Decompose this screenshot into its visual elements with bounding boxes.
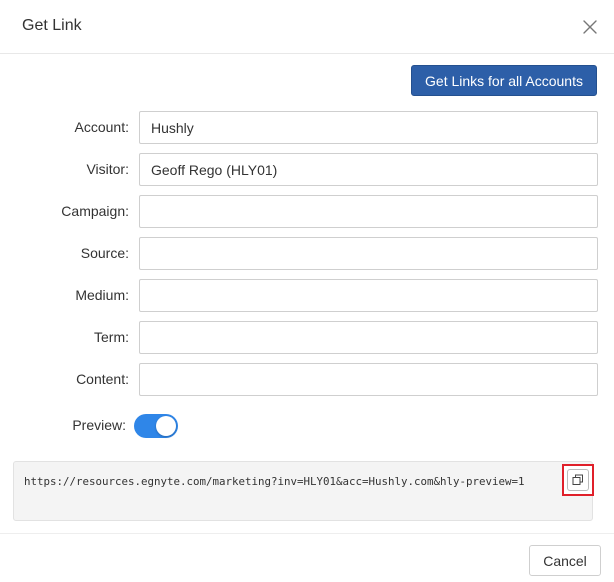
campaign-row: Campaign:: [0, 195, 614, 228]
term-row: Term:: [0, 321, 614, 354]
content-input[interactable]: [139, 363, 598, 396]
get-link-dialog: Get Link Get Links for all Accounts Acco…: [0, 0, 614, 582]
campaign-input[interactable]: [139, 195, 598, 228]
content-label: Content:: [76, 371, 129, 387]
dialog-footer: [0, 533, 614, 582]
preview-toggle[interactable]: [134, 414, 178, 438]
content-row: Content:: [0, 363, 614, 396]
visitor-row: Visitor:: [0, 153, 614, 186]
copy-link-button[interactable]: [562, 464, 594, 496]
toggle-knob: [156, 416, 176, 436]
campaign-label: Campaign:: [61, 203, 129, 219]
visitor-input[interactable]: [139, 153, 598, 186]
source-row: Source:: [0, 237, 614, 270]
visitor-label: Visitor:: [86, 161, 129, 177]
medium-input[interactable]: [139, 279, 598, 312]
term-input[interactable]: [139, 321, 598, 354]
account-row: Account:: [0, 111, 614, 144]
dialog-header: Get Link: [0, 0, 614, 54]
account-label: Account:: [74, 119, 129, 135]
dialog-title: Get Link: [22, 17, 82, 34]
medium-row: Medium:: [0, 279, 614, 312]
get-links-all-accounts-button[interactable]: Get Links for all Accounts: [411, 65, 597, 96]
medium-label: Medium:: [75, 287, 129, 303]
close-icon[interactable]: [578, 15, 602, 39]
preview-label: Preview:: [72, 417, 126, 433]
source-label: Source:: [80, 245, 129, 261]
term-label: Term:: [94, 329, 129, 345]
source-input[interactable]: [139, 237, 598, 270]
generated-link-url: https://resources.egnyte.com/marketing?i…: [24, 475, 525, 488]
generated-link-box: https://resources.egnyte.com/marketing?i…: [13, 461, 594, 521]
cancel-button[interactable]: Cancel: [529, 545, 601, 576]
copy-icon: [567, 469, 589, 491]
account-input[interactable]: [139, 111, 598, 144]
